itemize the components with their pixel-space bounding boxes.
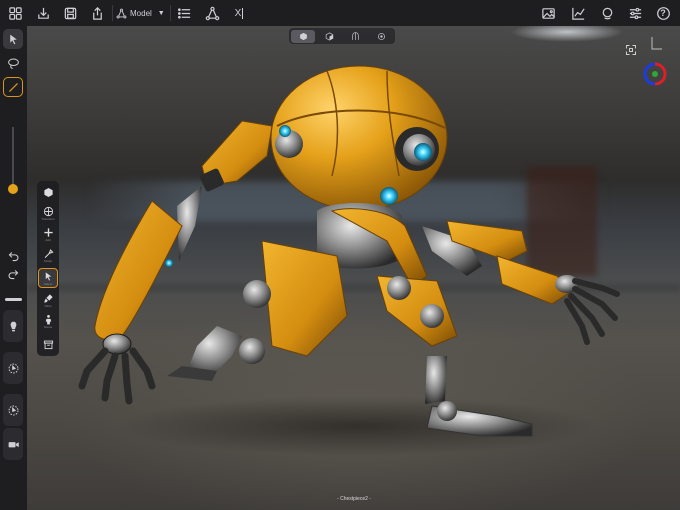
- view-wireframe-button[interactable]: [343, 30, 367, 43]
- cube-solid-icon: [325, 31, 333, 41]
- tool-paint[interactable]: Paint: [38, 290, 58, 310]
- sculpt-icon: [44, 248, 54, 258]
- redo-button[interactable]: [3, 264, 23, 284]
- list-icon[interactable]: [175, 4, 193, 22]
- topology-icon[interactable]: [203, 4, 221, 22]
- robot-model[interactable]: [27, 26, 680, 510]
- tool-transform-label: Transform: [41, 216, 55, 221]
- view-shaded-button[interactable]: [291, 29, 315, 43]
- rotate-view-button[interactable]: [3, 352, 23, 384]
- 3d-viewport[interactable]: - Chestpiece2 -: [27, 26, 680, 510]
- figure-icon: [45, 314, 51, 324]
- mode-label: Model: [130, 8, 152, 18]
- tool-select[interactable]: Select: [38, 268, 58, 288]
- image-icon[interactable]: [539, 4, 557, 22]
- orbit-icon: [8, 363, 18, 373]
- cube-point-icon: [377, 32, 385, 40]
- view-solid-button[interactable]: [317, 30, 341, 43]
- tool-paint-label: Paint: [44, 303, 52, 308]
- cube-icon: [43, 187, 53, 197]
- light-button[interactable]: [3, 310, 23, 342]
- frame-selection-icon[interactable]: [625, 43, 637, 55]
- camera-button[interactable]: [3, 428, 23, 460]
- help-glyph: ?: [660, 8, 666, 18]
- rail-divider: [5, 298, 22, 301]
- select-tool-button[interactable]: [3, 29, 23, 49]
- share-icon[interactable]: [88, 4, 106, 22]
- tool-panel: Transform Add Sculpt Select Paint Scene: [37, 181, 59, 356]
- tool-sculpt-label: Sculpt: [43, 258, 53, 263]
- grid-icon[interactable]: [6, 4, 24, 22]
- left-hand: [78, 333, 156, 405]
- tool-scene-label: Scene: [43, 324, 53, 329]
- left-tool-rail: [0, 26, 27, 510]
- pan-icon: [8, 405, 18, 415]
- lasso-tool-button[interactable]: [3, 53, 23, 73]
- cube-shaded-icon: [299, 32, 307, 40]
- cursor-icon: [9, 34, 17, 44]
- tool-transform[interactable]: Transform: [38, 203, 58, 223]
- material-icon[interactable]: [598, 4, 616, 22]
- view-mode-switcher: [289, 28, 395, 44]
- pan-view-button[interactable]: [3, 394, 23, 426]
- move-icon: [43, 206, 53, 216]
- view-point-button[interactable]: [369, 30, 393, 43]
- xray-divider: [242, 7, 244, 19]
- tool-cube[interactable]: [38, 182, 58, 202]
- tool-archive[interactable]: [38, 334, 58, 354]
- archive-icon: [43, 340, 53, 349]
- orientation-widget[interactable]: [641, 60, 669, 88]
- scene-object-label: - Chestpiece2 -: [337, 496, 371, 502]
- brush-size-slider[interactable]: [12, 127, 14, 187]
- toolbar-divider: [170, 5, 171, 21]
- axis-gizmo: [649, 36, 663, 52]
- mode-dropdown[interactable]: Model ▼: [116, 4, 168, 22]
- sliders-icon[interactable]: [626, 4, 644, 22]
- bulb-icon: [10, 321, 16, 331]
- video-camera-icon: [8, 441, 19, 447]
- paint-icon: [43, 293, 53, 303]
- brush-tool-button[interactable]: [3, 77, 23, 97]
- right-hand: [564, 278, 620, 345]
- plus-icon: [43, 227, 53, 237]
- save-icon[interactable]: [61, 4, 79, 22]
- redo-icon: [8, 269, 18, 279]
- chart-icon[interactable]: [569, 4, 587, 22]
- brush-icon: [8, 82, 18, 92]
- tool-scene[interactable]: Scene: [38, 311, 58, 331]
- help-icon[interactable]: ?: [654, 4, 672, 22]
- brush-size-slider-thumb[interactable]: [8, 184, 18, 194]
- tool-select-label: Select: [43, 281, 53, 286]
- cube-wireframe-icon: [351, 31, 359, 40]
- tool-add[interactable]: Add: [38, 224, 58, 244]
- cursor-icon: [45, 271, 51, 281]
- import-icon[interactable]: [34, 4, 52, 22]
- vertex-icon: [116, 8, 127, 18]
- undo-icon: [8, 251, 18, 261]
- undo-button[interactable]: [3, 246, 23, 266]
- toolbar-divider: [112, 5, 113, 21]
- xray-label: X: [234, 7, 242, 19]
- tool-sculpt[interactable]: Sculpt: [38, 245, 58, 265]
- top-toolbar: Model ▼ X ?: [0, 0, 680, 26]
- xray-toggle[interactable]: X: [230, 4, 248, 22]
- chevron-down-icon: ▼: [157, 9, 165, 17]
- lasso-icon: [7, 58, 19, 69]
- tool-add-label: Add: [45, 237, 51, 242]
